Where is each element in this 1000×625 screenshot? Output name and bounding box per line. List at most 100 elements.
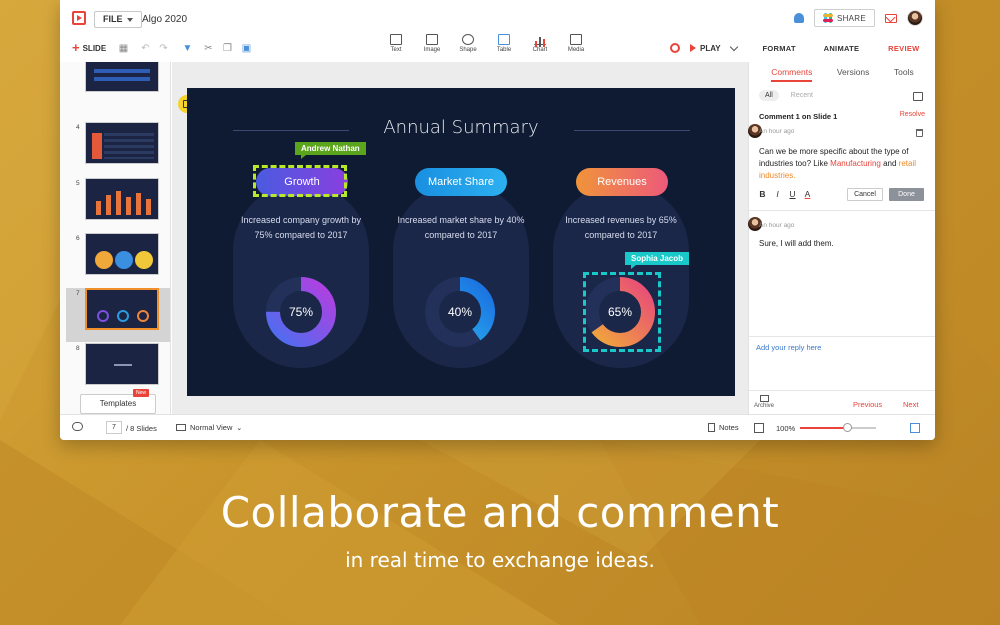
collaborator-tag-andrew: Andrew Nathan xyxy=(295,142,366,159)
cancel-button[interactable]: Cancel xyxy=(847,188,883,201)
cut-icon[interactable]: ✂ xyxy=(203,43,214,54)
view-selector[interactable]: Normal View ⌄ xyxy=(176,423,242,432)
app-window: FILE Algo 2020 SHARE + SLIDE ▦ ↶ ↷ ▼ ✂ ❐ … xyxy=(60,0,935,440)
thumbnail-slide-4[interactable]: 4 xyxy=(66,122,170,176)
plus-icon: + xyxy=(72,40,80,55)
insert-chart-label: Chart xyxy=(532,47,548,53)
delete-icon[interactable] xyxy=(916,129,923,137)
comment-edit-field[interactable]: Can we be more specific about the type o… xyxy=(759,146,927,182)
archive-label: Archive xyxy=(754,403,775,409)
layout-icon[interactable]: ▦ xyxy=(118,43,129,54)
reply-text: Sure, I will add them. xyxy=(759,239,834,248)
chat-icon[interactable] xyxy=(72,422,83,431)
growth-percent: 75% xyxy=(288,305,314,319)
copy-icon[interactable]: ❐ xyxy=(222,43,233,54)
thumbnail-slide-5[interactable]: 5 xyxy=(66,178,170,232)
thumbnail-number: 6 xyxy=(76,235,80,242)
templates-button[interactable]: Templates New xyxy=(80,389,156,414)
divider xyxy=(749,210,935,211)
slack-icon xyxy=(822,13,833,23)
zoom-slider-handle[interactable] xyxy=(843,423,853,432)
notes-button[interactable]: Notes xyxy=(708,423,739,432)
insert-media-button[interactable]: Media xyxy=(558,34,594,53)
redo-icon[interactable]: ↷ xyxy=(158,43,169,54)
slide-thumbnails: 3 4 5 6 7 xyxy=(60,62,171,414)
done-button[interactable]: Done xyxy=(889,188,924,201)
undo-icon[interactable]: ↶ xyxy=(140,43,151,54)
divider xyxy=(749,390,935,391)
insert-table-button[interactable]: Table xyxy=(486,34,522,53)
new-badge: New xyxy=(132,389,149,397)
share-button[interactable]: SHARE xyxy=(813,9,875,27)
new-comment-icon[interactable] xyxy=(913,92,923,101)
tab-animate[interactable]: ANIMATE xyxy=(810,38,872,60)
app-logo-icon xyxy=(72,11,86,25)
slide-canvas: Annual Summary Growth Market Share Reven… xyxy=(172,62,748,414)
comments-panel: Comments Versions Tools All Recent Comme… xyxy=(748,62,935,414)
insert-image-label: Image xyxy=(423,47,441,53)
reply-input[interactable]: Add your reply here xyxy=(756,343,821,352)
thumbnail-image xyxy=(85,343,159,385)
settings-icon[interactable] xyxy=(670,43,680,53)
document-title[interactable]: Algo 2020 xyxy=(142,14,187,25)
file-menu-button[interactable]: FILE xyxy=(94,11,142,28)
next-button[interactable]: Next xyxy=(903,400,918,409)
thumbnail-slide-6[interactable]: 6 xyxy=(66,233,170,287)
market-share-percent: 40% xyxy=(447,305,473,319)
comment-text: and xyxy=(880,159,899,168)
insert-chart-button[interactable]: Chart xyxy=(522,34,558,53)
play-button[interactable]: PLAY xyxy=(690,44,721,53)
view-icon xyxy=(176,424,186,431)
media-icon xyxy=(570,34,582,45)
table-icon xyxy=(498,34,510,45)
current-page-input[interactable]: 7 xyxy=(106,421,122,434)
tab-format[interactable]: FORMAT xyxy=(748,38,810,60)
thumbnail-number: 5 xyxy=(76,180,80,187)
right-tabs: FORMAT ANIMATE REVIEW xyxy=(748,38,935,60)
tab-tools[interactable]: Tools xyxy=(894,67,914,82)
notes-label: Notes xyxy=(719,423,739,432)
zoom-value: 100% xyxy=(776,424,796,433)
resolve-button[interactable]: Resolve xyxy=(900,111,925,118)
comment-highlight-manufacturing: Manufacturing xyxy=(830,159,881,168)
divider xyxy=(749,336,935,337)
italic-button[interactable]: I xyxy=(774,189,781,199)
paste-icon[interactable]: ▣ xyxy=(241,43,252,54)
archive-button[interactable]: Archive xyxy=(754,395,774,409)
thumbnail-number: 8 xyxy=(76,345,80,352)
zoom-icon[interactable] xyxy=(754,423,764,433)
tab-versions[interactable]: Versions xyxy=(837,67,870,82)
add-slide-label: SLIDE xyxy=(82,43,107,53)
filter-recent[interactable]: Recent xyxy=(785,90,819,101)
chevron-down-icon[interactable] xyxy=(729,42,738,51)
user-avatar[interactable] xyxy=(907,10,923,26)
play-label: PLAY xyxy=(700,43,721,53)
thumbnail-slide-7[interactable]: 7 xyxy=(66,288,170,342)
paint-format-icon[interactable]: ▼ xyxy=(182,43,193,54)
comment-timestamp: An hour ago xyxy=(759,128,795,135)
thumbnail-image xyxy=(85,233,159,275)
thumbnail-slide-3[interactable]: 3 xyxy=(66,62,170,104)
insert-image-button[interactable]: Image xyxy=(414,34,450,53)
bold-button[interactable]: B xyxy=(759,189,766,199)
insert-media-label: Media xyxy=(567,47,585,53)
mail-icon[interactable] xyxy=(885,13,897,23)
previous-button[interactable]: Previous xyxy=(853,400,882,409)
filter-all[interactable]: All xyxy=(759,90,779,101)
file-label: FILE xyxy=(103,14,123,24)
fit-to-screen-icon[interactable] xyxy=(910,423,920,433)
insert-group: Text Image Shape Table Chart Media xyxy=(378,34,594,53)
tab-review[interactable]: REVIEW xyxy=(873,38,935,60)
notification-icon[interactable] xyxy=(793,13,804,23)
zoom-slider[interactable] xyxy=(800,423,876,432)
slide[interactable]: Annual Summary Growth Market Share Reven… xyxy=(187,88,735,396)
insert-text-button[interactable]: Text xyxy=(378,34,414,53)
tab-comments[interactable]: Comments xyxy=(771,67,813,82)
text-color-button[interactable]: A xyxy=(804,189,811,199)
headline: Collaborate and comment xyxy=(220,488,780,537)
chevron-down-icon: ⌄ xyxy=(236,424,243,432)
insert-shape-button[interactable]: Shape xyxy=(450,34,486,53)
add-slide-button[interactable]: + SLIDE xyxy=(72,40,107,55)
thumbnail-slide-8[interactable]: 8 xyxy=(66,343,170,397)
underline-button[interactable]: U xyxy=(789,189,796,199)
